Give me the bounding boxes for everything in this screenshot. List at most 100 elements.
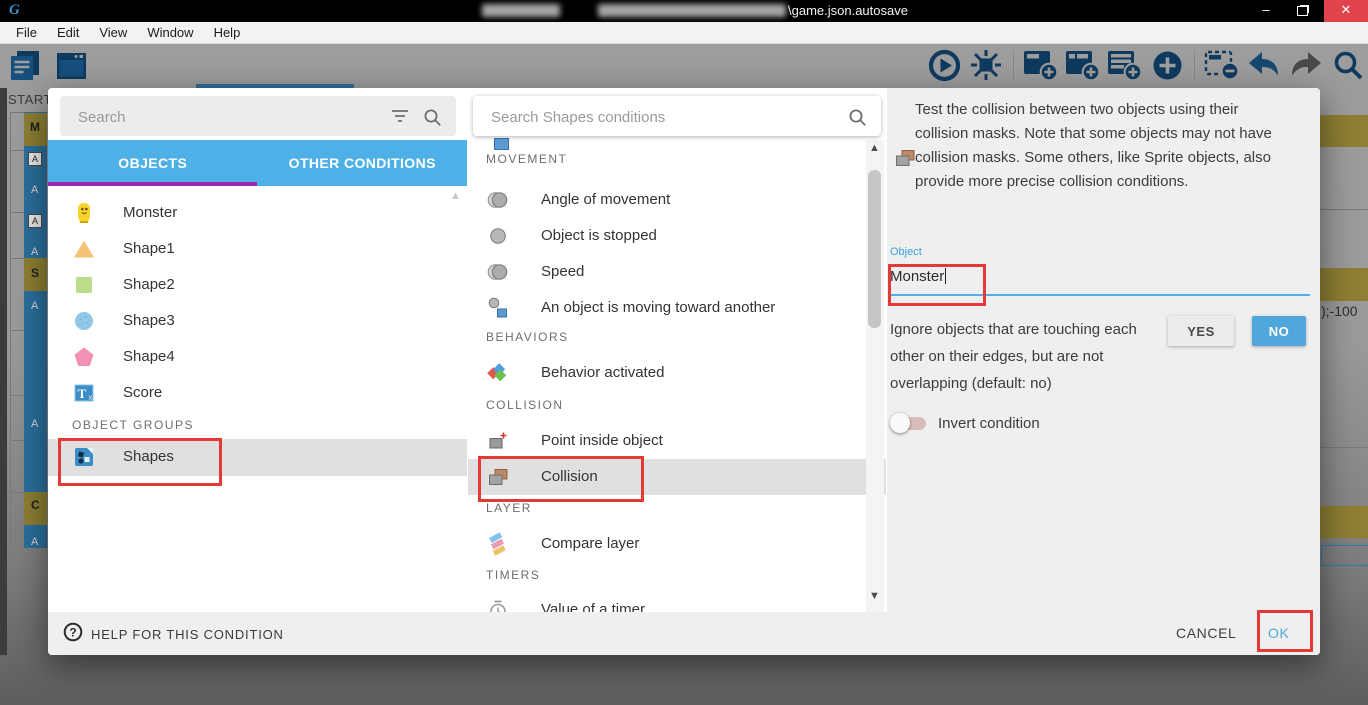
invert-condition-toggle[interactable] xyxy=(890,412,928,434)
menu-file[interactable]: File xyxy=(6,25,47,40)
object-label: Monster xyxy=(123,204,177,221)
cancel-button[interactable]: CANCEL xyxy=(1168,622,1244,644)
condition-description: Test the collision between two objects u… xyxy=(915,98,1287,194)
event-selection-box xyxy=(1321,545,1368,566)
events-tree-branch xyxy=(10,258,24,259)
object-label: Score xyxy=(123,384,162,401)
object-row-score[interactable]: Tx Score xyxy=(48,375,467,411)
menu-edit[interactable]: Edit xyxy=(47,25,89,40)
play-icon[interactable] xyxy=(926,47,962,83)
event-marker: A xyxy=(31,536,38,548)
events-sheet-icon[interactable] xyxy=(8,48,44,84)
restore-button[interactable] xyxy=(1284,0,1320,22)
conditions-search-input[interactable] xyxy=(489,96,823,138)
object-field-label: Object xyxy=(890,246,922,258)
svg-text:T: T xyxy=(78,386,87,401)
events-tree-branch xyxy=(10,330,24,331)
condition-label: Angle of movement xyxy=(541,191,670,208)
condition-row-angle-of-movement[interactable]: Angle of movement xyxy=(468,182,886,218)
invert-condition-label: Invert condition xyxy=(938,415,1040,432)
menu-bar: FileEditViewWindowHelp xyxy=(0,22,1368,44)
menu-help[interactable]: Help xyxy=(204,25,251,40)
add-comment-icon[interactable] xyxy=(1107,47,1143,83)
debugger-icon[interactable] xyxy=(968,47,1004,83)
condition-label: Object is stopped xyxy=(541,227,657,244)
annotation-box-shapes xyxy=(58,438,222,486)
pentagon-shape-icon xyxy=(72,345,96,369)
events-tree-branch xyxy=(10,150,24,151)
add-circle-icon[interactable] xyxy=(1149,47,1185,83)
toolbar-left xyxy=(8,48,90,84)
section-header-movement: MOVEMENT xyxy=(486,152,567,166)
angle-movement-icon xyxy=(486,188,510,212)
object-row-shape1[interactable]: Shape1 xyxy=(48,231,467,267)
svg-text:x: x xyxy=(89,393,93,402)
object-label: Shape1 xyxy=(123,240,175,257)
no-button[interactable]: NO xyxy=(1252,316,1306,346)
tab-objects[interactable]: OBJECTS xyxy=(48,140,258,186)
scene-tab-label[interactable]: START xyxy=(8,92,52,107)
object-groups-header: OBJECT GROUPS xyxy=(72,418,194,432)
gdevelop-window: G \game.json.autosave – ✕ FileEditViewWi… xyxy=(0,0,1368,705)
monster-sprite-icon xyxy=(72,201,96,225)
help-link[interactable]: ? HELP FOR THIS CONDITION xyxy=(63,622,284,647)
remove-event-icon[interactable] xyxy=(1204,47,1240,83)
condition-row-compare-layer[interactable]: Compare layer xyxy=(468,526,886,562)
condition-detail-panel: Test the collision between two objects u… xyxy=(887,88,1320,612)
yes-button[interactable]: YES xyxy=(1168,316,1234,346)
annotation-box-ok xyxy=(1257,610,1313,652)
condition-row-speed[interactable]: Speed xyxy=(468,254,886,290)
condition-row-point-inside-object[interactable]: Point inside object xyxy=(468,423,886,459)
object-search-bar xyxy=(60,96,456,136)
event-header-bar xyxy=(1320,506,1368,538)
conditions-search-bar xyxy=(473,96,881,136)
conditions-scrollbar[interactable]: ▲ ▼ xyxy=(866,140,884,612)
condition-label: Compare layer xyxy=(541,535,639,552)
object-row-shape4[interactable]: Shape4 xyxy=(48,339,467,375)
events-tree-branch xyxy=(10,112,24,113)
redo-icon[interactable] xyxy=(1288,47,1324,83)
add-event-icon[interactable] xyxy=(1023,47,1059,83)
event-divider xyxy=(1320,447,1368,448)
event-header-bar xyxy=(1320,115,1368,147)
scrollbar-thumb[interactable] xyxy=(868,170,881,328)
event-marker: M xyxy=(30,120,40,134)
object-label: Shape4 xyxy=(123,348,175,365)
text-object-icon: Tx xyxy=(72,381,96,405)
event-marker: A xyxy=(28,152,42,166)
condition-row-object-is-stopped[interactable]: Object is stopped xyxy=(468,218,886,254)
object-search-input[interactable] xyxy=(76,96,380,138)
event-marker: A xyxy=(28,214,42,228)
scroll-down-arrow[interactable]: ▼ xyxy=(869,590,880,602)
condition-row-an-object-is-moving-toward-another[interactable]: An object is moving toward another xyxy=(468,290,886,326)
clipped-list-icon xyxy=(494,138,509,150)
search-icon[interactable] xyxy=(423,108,442,132)
scroll-up-arrow[interactable]: ▲ xyxy=(869,142,880,154)
events-tree-branch xyxy=(10,440,24,441)
object-row-shape2[interactable]: Shape2 xyxy=(48,267,467,303)
menu-view[interactable]: View xyxy=(89,25,137,40)
menu-window[interactable]: Window xyxy=(137,25,203,40)
filter-icon[interactable] xyxy=(390,108,410,129)
search-icon[interactable] xyxy=(1330,47,1366,83)
title-bar: G \game.json.autosave – ✕ xyxy=(0,0,1368,22)
toolbar-separator xyxy=(1194,50,1195,80)
object-label: Shape2 xyxy=(123,276,175,293)
event-header-bar xyxy=(1320,268,1368,301)
search-icon[interactable] xyxy=(848,108,867,132)
tab-other-conditions[interactable]: OTHER CONDITIONS xyxy=(258,140,468,186)
object-label: Shape3 xyxy=(123,312,175,329)
add-subevent-icon[interactable] xyxy=(1065,47,1101,83)
events-tree-branch xyxy=(10,395,24,396)
condition-label: Point inside object xyxy=(541,432,663,449)
undo-icon[interactable] xyxy=(1246,47,1282,83)
object-row-monster[interactable]: Monster xyxy=(48,195,467,231)
events-tree-branch xyxy=(10,212,24,213)
minimize-button[interactable]: – xyxy=(1248,0,1284,22)
scene-window-icon[interactable] xyxy=(54,48,90,84)
condition-row-behavior-activated[interactable]: Behavior activated xyxy=(468,355,886,391)
event-marker: C xyxy=(31,498,40,512)
redacted-title-text xyxy=(482,4,560,17)
object-row-shape3[interactable]: Shape3 xyxy=(48,303,467,339)
close-button[interactable]: ✕ xyxy=(1324,0,1368,22)
